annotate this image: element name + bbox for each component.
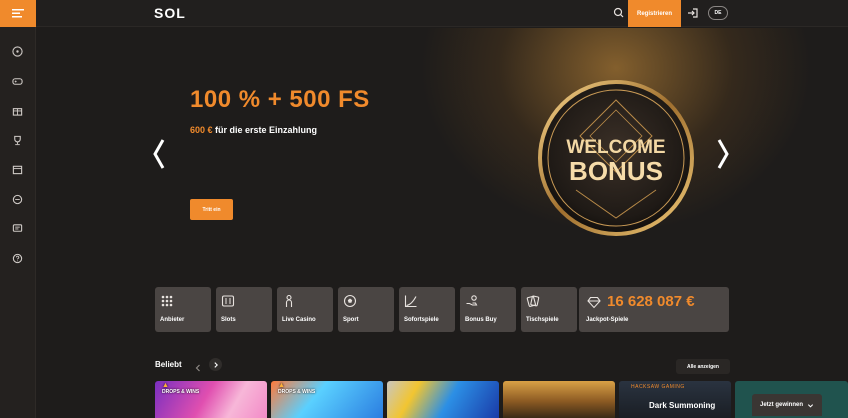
flame-icon: ▲ bbox=[278, 382, 285, 389]
sidebar-item-calendar[interactable] bbox=[0, 155, 36, 185]
search-button[interactable] bbox=[612, 6, 626, 20]
cards-icon bbox=[526, 295, 540, 307]
left-sidebar bbox=[0, 0, 36, 418]
jackpot-label: Jackpot-Spiele bbox=[586, 317, 629, 323]
drops-wins-badge: ▲ DROPS & WINS bbox=[162, 382, 200, 395]
game-card[interactable]: HACKSAW GAMING Dark Summoning bbox=[619, 381, 731, 418]
game-title: Dark Summoning bbox=[649, 401, 716, 410]
trophy-icon bbox=[14, 135, 21, 145]
hero-banner: 100 % + 500 FS 600 € für die erste Einza… bbox=[36, 28, 848, 278]
sidebar-item-tournaments[interactable] bbox=[0, 126, 36, 156]
category-label: Sofortspiele bbox=[404, 317, 439, 323]
menu-button[interactable] bbox=[0, 0, 36, 27]
popular-section-title: Beliebt bbox=[155, 360, 182, 369]
flame-icon: ▲ bbox=[162, 382, 169, 389]
language-selector[interactable]: DE bbox=[708, 6, 728, 20]
logo-text: SOL bbox=[154, 5, 186, 21]
welcome-bonus-coin: WELCOME BONUS bbox=[538, 80, 694, 236]
coin-text-line2: BONUS bbox=[569, 156, 663, 186]
person-icon bbox=[285, 294, 293, 307]
logo[interactable]: SOL bbox=[154, 5, 186, 21]
chat-icon bbox=[12, 224, 23, 233]
game-card[interactable] bbox=[387, 381, 499, 418]
game-provider: HACKSAW GAMING bbox=[631, 384, 685, 390]
category-label: Slots bbox=[221, 317, 236, 323]
category-label: Anbieter bbox=[160, 317, 185, 323]
hero-prev-button[interactable] bbox=[152, 138, 166, 170]
hero-title: 100 % + 500 FS bbox=[190, 86, 370, 113]
chevron-left-icon bbox=[195, 364, 200, 372]
hero-subtitle-text: für die erste Einzahlung bbox=[212, 125, 318, 135]
popular-games-row: ▲ DROPS & WINS ▲ DROPS & WINS HACKSAW GAMI… bbox=[155, 381, 848, 418]
gamepad-icon bbox=[12, 77, 23, 85]
show-all-button[interactable]: Alle anzeigen bbox=[676, 359, 730, 374]
category-jackpot[interactable]: 16 628 087 € Jackpot-Spiele bbox=[579, 287, 729, 332]
category-live-casino[interactable]: Live Casino bbox=[277, 287, 333, 332]
popular-next-button[interactable] bbox=[209, 358, 222, 371]
category-label: Bonus Buy bbox=[465, 317, 497, 323]
game-card[interactable] bbox=[503, 381, 615, 418]
calendar-icon bbox=[12, 165, 23, 175]
slot-machine-icon bbox=[221, 295, 235, 307]
category-table-games[interactable]: Tischspiele bbox=[521, 287, 577, 332]
category-providers[interactable]: Anbieter bbox=[155, 287, 211, 332]
coin-swap-icon bbox=[12, 194, 23, 204]
sidebar-item-casino[interactable] bbox=[0, 37, 36, 67]
top-header: SOL Registrieren DE bbox=[36, 0, 848, 27]
category-label: Sport bbox=[343, 317, 359, 323]
help-icon bbox=[12, 253, 23, 263]
game-badge-text: DROPS & WINS bbox=[278, 389, 316, 395]
login-icon bbox=[688, 8, 698, 18]
grid-dots-icon bbox=[161, 295, 173, 307]
chart-curve-icon bbox=[404, 295, 417, 308]
game-card[interactable]: ▲ DROPS & WINS bbox=[155, 381, 267, 418]
chevron-left-icon bbox=[153, 139, 165, 169]
hero-cta-button[interactable]: Tritt ein bbox=[190, 199, 233, 220]
sidebar-item-exchange[interactable] bbox=[0, 185, 36, 215]
sidebar-item-games[interactable] bbox=[0, 67, 36, 97]
category-tiles: Anbieter Slots Live Casino Sport Soforts… bbox=[155, 287, 730, 332]
play-now-label: Jetzt gewinnen bbox=[759, 402, 803, 408]
play-now-button[interactable]: Jetzt gewinnen bbox=[752, 394, 822, 416]
login-button[interactable] bbox=[686, 6, 700, 20]
category-label: Tischspiele bbox=[526, 317, 559, 323]
coin-text-line1: WELCOME bbox=[566, 137, 665, 158]
category-slots[interactable]: Slots bbox=[216, 287, 272, 332]
gift-icon bbox=[12, 108, 23, 116]
hero-next-button[interactable] bbox=[716, 138, 730, 170]
sidebar-item-bonus[interactable] bbox=[0, 96, 36, 126]
category-label: Live Casino bbox=[282, 317, 316, 323]
jackpot-amount: 16 628 087 € bbox=[607, 293, 695, 310]
dice-icon bbox=[12, 46, 23, 57]
register-button[interactable]: Registrieren bbox=[628, 0, 681, 27]
search-icon bbox=[613, 7, 624, 18]
sidebar-item-help[interactable] bbox=[0, 244, 36, 274]
chevron-right-icon bbox=[213, 361, 218, 368]
game-card[interactable]: ▲ DROPS & WINS bbox=[271, 381, 383, 418]
chevron-right-icon bbox=[717, 139, 729, 169]
chevron-down-icon bbox=[807, 403, 814, 408]
drops-wins-badge: ▲ DROPS & WINS bbox=[278, 382, 316, 395]
popular-prev-button[interactable] bbox=[193, 360, 203, 372]
hero-subtitle-amount: 600 € bbox=[190, 125, 213, 135]
hero-subtitle: 600 € für die erste Einzahlung bbox=[190, 125, 317, 135]
game-badge-text: DROPS & WINS bbox=[162, 389, 200, 395]
sidebar-item-support[interactable] bbox=[0, 214, 36, 244]
category-instant-games[interactable]: Sofortspiele bbox=[399, 287, 455, 332]
soccer-ball-icon bbox=[343, 294, 357, 308]
hand-coins-icon bbox=[466, 295, 478, 306]
hamburger-icon bbox=[12, 9, 24, 18]
category-sport[interactable]: Sport bbox=[338, 287, 394, 332]
diamond-icon bbox=[587, 296, 601, 309]
category-bonus-buy[interactable]: Bonus Buy bbox=[460, 287, 516, 332]
